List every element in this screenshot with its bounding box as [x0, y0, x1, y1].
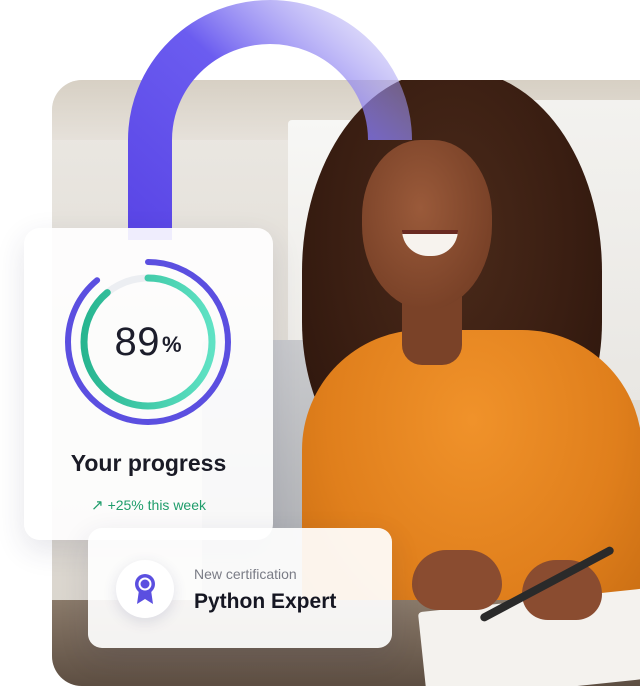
progress-percentage: 89 %: [62, 256, 234, 428]
trend-up-icon: ↗: [90, 497, 104, 514]
progress-delta-text: +25% this week: [107, 497, 207, 513]
progress-card: 89 % Your progress ↗ +25% this week: [24, 228, 273, 540]
certification-title: Python Expert: [194, 590, 337, 613]
progress-title: Your progress: [70, 450, 227, 476]
progress-value: 89: [114, 319, 160, 364]
photo-face: [362, 140, 492, 310]
award-ribbon-icon: [116, 560, 174, 618]
progress-delta: ↗ +25% this week: [24, 496, 273, 514]
progress-percent-symbol: %: [161, 332, 182, 357]
photo-hand-left: [412, 550, 502, 610]
certification-eyebrow: New certification: [194, 566, 297, 582]
certification-card[interactable]: New certification Python Expert: [88, 528, 392, 648]
